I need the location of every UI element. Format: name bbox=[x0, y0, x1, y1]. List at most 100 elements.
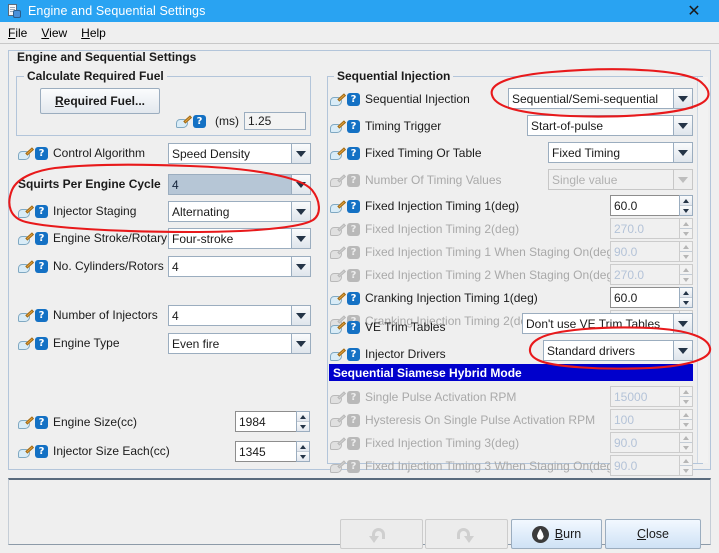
chevron-down-icon[interactable] bbox=[291, 144, 310, 163]
spinner-value: 90.0 bbox=[610, 241, 679, 262]
help-icon[interactable]: ? bbox=[35, 337, 48, 350]
burn-button[interactable]: Burn bbox=[511, 519, 602, 549]
chevron-down-icon[interactable] bbox=[291, 306, 310, 325]
help-icon[interactable]: ? bbox=[347, 321, 360, 334]
spinner-buttons[interactable] bbox=[296, 441, 310, 462]
spinner-engine-size[interactable]: 1984 bbox=[235, 411, 310, 432]
combo-engine-type[interactable]: Even fire bbox=[168, 333, 311, 354]
combo-injector-staging[interactable]: Alternating bbox=[168, 201, 311, 222]
pencil-icon[interactable] bbox=[18, 147, 33, 160]
spinner-value[interactable]: 60.0 bbox=[610, 287, 679, 308]
pencil-icon[interactable] bbox=[18, 445, 33, 458]
combo-sequential-injection[interactable]: Sequential/Semi-sequential bbox=[508, 88, 693, 109]
spinner-down-icon[interactable] bbox=[297, 452, 309, 461]
spinner-up-icon[interactable] bbox=[297, 442, 309, 452]
chevron-down-icon[interactable] bbox=[673, 341, 692, 360]
label-fixed-injection-timing-2: Fixed Injection Timing 2(deg) bbox=[365, 222, 519, 236]
help-icon[interactable]: ? bbox=[35, 260, 48, 273]
spinner-buttons[interactable] bbox=[296, 411, 310, 432]
pencil-icon[interactable] bbox=[330, 147, 345, 160]
help-icon[interactable]: ? bbox=[347, 200, 360, 213]
chevron-down-icon[interactable] bbox=[673, 116, 692, 135]
combo-engine-stroke-rotary[interactable]: Four-stroke bbox=[168, 228, 311, 249]
row-fixed-injection-timing-3: ? Fixed Injection Timing 3(deg) bbox=[330, 433, 519, 453]
help-icon[interactable]: ? bbox=[35, 232, 48, 245]
help-icon[interactable]: ? bbox=[347, 348, 360, 361]
pencil-icon[interactable] bbox=[18, 205, 33, 218]
pencil-icon[interactable] bbox=[18, 337, 33, 350]
spinner-buttons[interactable] bbox=[679, 195, 693, 216]
help-icon[interactable]: ? bbox=[347, 147, 360, 160]
help-icon[interactable]: ? bbox=[35, 309, 48, 322]
close-icon[interactable]: ✕ bbox=[685, 2, 703, 20]
close-button[interactable]: Close bbox=[605, 519, 701, 549]
spinner-up-icon[interactable] bbox=[680, 288, 692, 298]
spinner-buttons[interactable] bbox=[679, 287, 693, 308]
pencil-icon[interactable] bbox=[18, 309, 33, 322]
spinner-value[interactable]: 1345 bbox=[235, 441, 296, 462]
chevron-down-icon[interactable] bbox=[291, 202, 310, 221]
combo-squirts-per-engine-cycle[interactable]: 4 bbox=[168, 174, 311, 195]
spinner-up-icon[interactable] bbox=[680, 196, 692, 206]
spinner-cranking-injection-timing-1[interactable]: 60.0 bbox=[610, 287, 693, 308]
combo-value: Four-stroke bbox=[169, 229, 291, 248]
spinner-up-icon[interactable] bbox=[297, 412, 309, 422]
spinner-fixed-injection-timing-1[interactable]: 60.0 bbox=[610, 195, 693, 216]
menu-item-view[interactable]: View bbox=[41, 26, 67, 40]
spinner-up-icon bbox=[680, 433, 692, 443]
combo-timing-trigger[interactable]: Start-of-pulse bbox=[527, 115, 693, 136]
help-icon[interactable]: ? bbox=[35, 416, 48, 429]
help-icon[interactable]: ? bbox=[35, 205, 48, 218]
chevron-down-icon[interactable] bbox=[291, 229, 310, 248]
combo-no-cylinders-rotors[interactable]: 4 bbox=[168, 256, 311, 277]
chevron-down-icon[interactable] bbox=[291, 334, 310, 353]
help-icon[interactable]: ? bbox=[35, 445, 48, 458]
spinner-down-icon[interactable] bbox=[680, 298, 692, 307]
chevron-down-icon[interactable] bbox=[673, 143, 692, 162]
combo-number-of-injectors[interactable]: 4 bbox=[168, 305, 311, 326]
help-icon[interactable]: ? bbox=[347, 292, 360, 305]
help-icon[interactable]: ? bbox=[347, 120, 360, 133]
row-cranking-injection-timing-1: ? Cranking Injection Timing 1(deg) bbox=[330, 288, 538, 308]
required-fuel-button[interactable]: Required Fuel... bbox=[40, 88, 160, 114]
help-icon[interactable]: ? bbox=[347, 93, 360, 106]
pencil-icon[interactable] bbox=[176, 115, 191, 128]
combo-ve-trim-tables[interactable]: Don't use VE Trim Tables bbox=[522, 313, 693, 334]
combo-value: Fixed Timing bbox=[549, 143, 673, 162]
spinner-value[interactable]: 1984 bbox=[235, 411, 296, 432]
chevron-down-icon[interactable] bbox=[291, 257, 310, 276]
pencil-icon[interactable] bbox=[330, 321, 345, 334]
chevron-down-icon[interactable] bbox=[673, 89, 692, 108]
close-label: Close bbox=[637, 527, 669, 541]
help-icon[interactable]: ? bbox=[35, 147, 48, 160]
menu-item-help[interactable]: Help bbox=[81, 26, 106, 40]
label-fixed-injection-timing-1: Fixed Injection Timing 1(deg) bbox=[365, 199, 519, 213]
required-fuel-button-rest: equired Fuel... bbox=[64, 94, 145, 108]
ms-value-field[interactable]: 1.25 bbox=[244, 112, 306, 130]
spinner-value[interactable]: 60.0 bbox=[610, 195, 679, 216]
combo-injector-drivers[interactable]: Standard drivers bbox=[543, 340, 693, 361]
help-icon: ? bbox=[347, 174, 360, 187]
combo-control-algorithm[interactable]: Speed Density bbox=[168, 143, 311, 164]
spinner-down-icon[interactable] bbox=[297, 422, 309, 431]
help-icon[interactable]: ? bbox=[193, 115, 206, 128]
pencil-icon[interactable] bbox=[330, 200, 345, 213]
chevron-down-icon[interactable] bbox=[291, 175, 310, 194]
label-injector-staging: Injector Staging bbox=[53, 204, 136, 218]
chevron-down-icon[interactable] bbox=[673, 314, 692, 333]
spinner-down-icon[interactable] bbox=[680, 206, 692, 215]
menu-item-file[interactable]: File bbox=[8, 26, 27, 40]
pencil-icon[interactable] bbox=[18, 232, 33, 245]
pencil-icon[interactable] bbox=[330, 120, 345, 133]
pencil-icon[interactable] bbox=[18, 260, 33, 273]
spinner-down-icon bbox=[680, 420, 692, 429]
pencil-icon[interactable] bbox=[330, 348, 345, 361]
combo-fixed-timing-or-table[interactable]: Fixed Timing bbox=[548, 142, 693, 163]
pencil-icon[interactable] bbox=[330, 93, 345, 106]
help-icon: ? bbox=[347, 246, 360, 259]
spinner-injector-size-each[interactable]: 1345 bbox=[235, 441, 310, 462]
pencil-icon[interactable] bbox=[330, 292, 345, 305]
pencil-icon[interactable] bbox=[18, 416, 33, 429]
row-fixed-injection-timing-3-staging: ? Fixed Injection Timing 3 When Staging … bbox=[330, 456, 617, 476]
right-panel-scrollbar[interactable] bbox=[697, 77, 708, 463]
